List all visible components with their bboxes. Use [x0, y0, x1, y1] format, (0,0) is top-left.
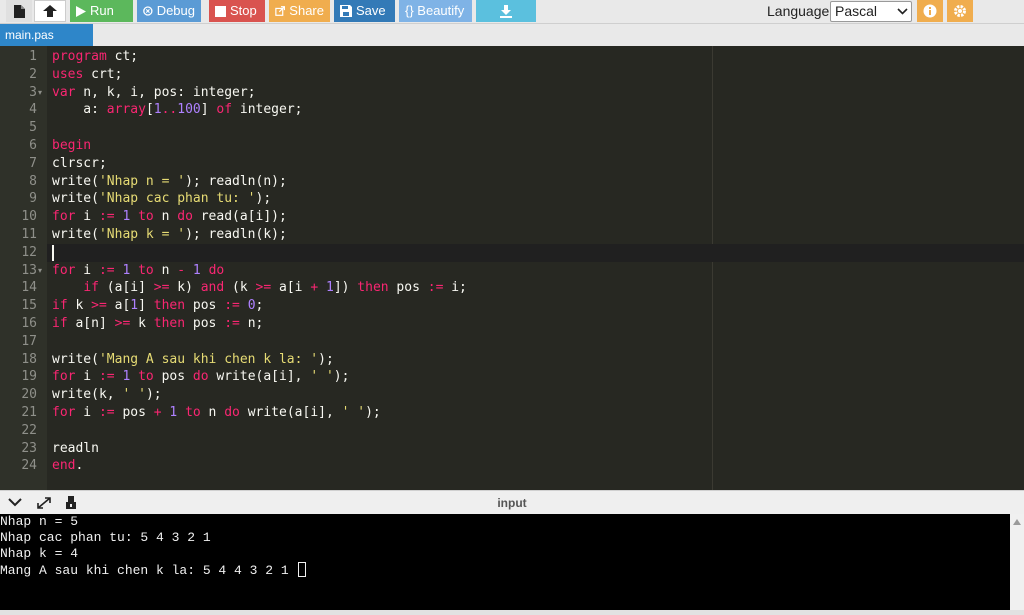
code-line: write('Mang A sau khi chen k la: '); [52, 351, 334, 367]
code-line: if a[n] >= k then pos := n; [52, 316, 264, 331]
toolbar: Run Debug Stop Share Save {} Beautify La… [0, 0, 1024, 24]
save-button[interactable]: Save [334, 0, 395, 22]
footer-strip [0, 610, 1024, 615]
share-icon [275, 6, 286, 16]
tab-bar: main.pas [0, 24, 1024, 46]
fold-toggle-icon[interactable]: ▾ [38, 262, 42, 280]
code-line: begin [52, 138, 92, 153]
line-number: 10 [21, 209, 37, 225]
io-panel-header: input [0, 490, 1024, 514]
line-number: 7 [29, 155, 37, 171]
upload-icon [43, 4, 57, 17]
info-icon [923, 4, 937, 18]
code-line: for i := 1 to n do read(a[i]); [52, 209, 287, 225]
line-number: 20 [21, 387, 37, 403]
download-button[interactable] [476, 0, 536, 22]
line-number: 6 [29, 138, 37, 153]
scroll-up-icon[interactable] [1013, 519, 1021, 525]
code-line: write('Nhap k = '); readln(k); [52, 227, 287, 242]
terminal-line: Mang A sau khi chen k la: 5 4 4 3 2 1 [0, 562, 307, 579]
stop-button[interactable]: Stop [209, 0, 265, 22]
code-line: if k >= a[1] then pos := 0; [52, 298, 264, 314]
io-panel-title: input [497, 496, 527, 510]
save-icon [340, 5, 352, 17]
settings-button[interactable] [947, 0, 973, 22]
save-label: Save [356, 3, 386, 18]
share-button[interactable]: Share [269, 0, 330, 22]
line-number: 8 [29, 173, 37, 189]
debug-button[interactable]: Debug [137, 0, 201, 22]
gear-icon [954, 5, 966, 17]
download-icon [500, 4, 512, 18]
code-line: readln [52, 440, 99, 456]
line-number: 2 [29, 66, 37, 82]
play-icon [76, 5, 86, 17]
line-number: 21 [21, 405, 37, 420]
line-number: 11 [21, 227, 37, 242]
line-number: 15 [21, 298, 37, 314]
terminal-output[interactable]: Nhap n = 5 Nhap cac phan tu: 5 4 3 2 1 Nha… [0, 514, 1010, 610]
code-line: clrscr; [52, 155, 107, 171]
file-icon [13, 4, 25, 18]
line-number: 5 [29, 120, 37, 136]
code-line: a: array[1..100] of integer; [52, 102, 303, 118]
active-line-highlight [47, 243, 1024, 262]
code-line: var n, k, i, pos: integer; [52, 84, 256, 100]
line-number: 17 [21, 333, 37, 349]
line-gutter: 1 2 3 ▾ 4 5 6 7 8 9 10 11 12 13 ▾ 14 15 16 17 18 19 20 21 22 23 2… [0, 46, 47, 490]
terminal-line: Nhap k = 4 [0, 546, 79, 561]
language-label: Language [767, 3, 830, 19]
terminal-cursor [298, 562, 307, 577]
beautify-label: {} Beautify [405, 3, 465, 18]
beautify-button[interactable]: {} Beautify [399, 0, 472, 22]
terminal-line: Nhap n = 5 [0, 514, 79, 529]
code-line: write('Nhap n = '); readln(n); [52, 173, 287, 189]
new-file-button[interactable] [6, 0, 32, 22]
code-line: for i := 1 to pos do write(a[i], ' '); [52, 369, 350, 385]
code-line: uses crt; [52, 66, 123, 82]
share-label: Share [289, 3, 324, 18]
run-label: Run [90, 3, 114, 18]
line-number: 14 [21, 280, 37, 296]
tab-main-pas[interactable]: main.pas [0, 24, 93, 46]
line-number: 18 [21, 351, 37, 367]
upload-button[interactable] [34, 0, 66, 22]
line-number: 19 [21, 369, 37, 385]
terminal-scrollbar[interactable] [1010, 514, 1024, 610]
info-button[interactable] [917, 0, 943, 22]
code-line: if (a[i] >= k) and (k >= a[i + 1]) then … [83, 280, 467, 296]
line-number: 12 [21, 244, 37, 260]
line-number: 16 [21, 316, 37, 331]
bug-icon [143, 6, 153, 16]
stop-icon [215, 5, 226, 17]
code-line: write('Nhap cac phan tu: '); [52, 191, 272, 207]
line-number: 23 [21, 440, 37, 456]
line-number: 9 [29, 191, 37, 207]
run-button[interactable]: Run [70, 0, 133, 22]
line-number: 13 [21, 262, 37, 278]
chevron-down-icon [897, 8, 908, 15]
code-line: write(k, ' '); [52, 387, 162, 403]
language-select[interactable]: Pascal [830, 1, 912, 22]
terminal-line: Nhap cac phan tu: 5 4 3 2 1 [0, 530, 211, 545]
code-line: end. [52, 458, 84, 474]
code-line: for i := 1 to n - 1 do [52, 262, 225, 278]
code-line: program ct; [52, 49, 139, 64]
line-number: 4 [29, 102, 37, 118]
code-editor[interactable]: 1 2 3 ▾ 4 5 6 7 8 9 10 11 12 13 ▾ 14 15 16 17 18 19 20 21 22 23 2… [0, 46, 1024, 490]
language-selected: Pascal [835, 3, 878, 19]
print-margin [712, 46, 713, 490]
debug-label: Debug [156, 3, 195, 18]
stop-label: Stop [230, 3, 257, 18]
fold-toggle-icon[interactable]: ▾ [38, 84, 42, 102]
line-number: 22 [21, 422, 37, 438]
line-number: 3 [29, 84, 37, 100]
code-line: for i := pos + 1 to n do write(a[i], ' '… [52, 405, 381, 420]
text-cursor [52, 244, 54, 261]
line-number: 1 [29, 49, 37, 64]
line-number: 24 [21, 458, 37, 474]
